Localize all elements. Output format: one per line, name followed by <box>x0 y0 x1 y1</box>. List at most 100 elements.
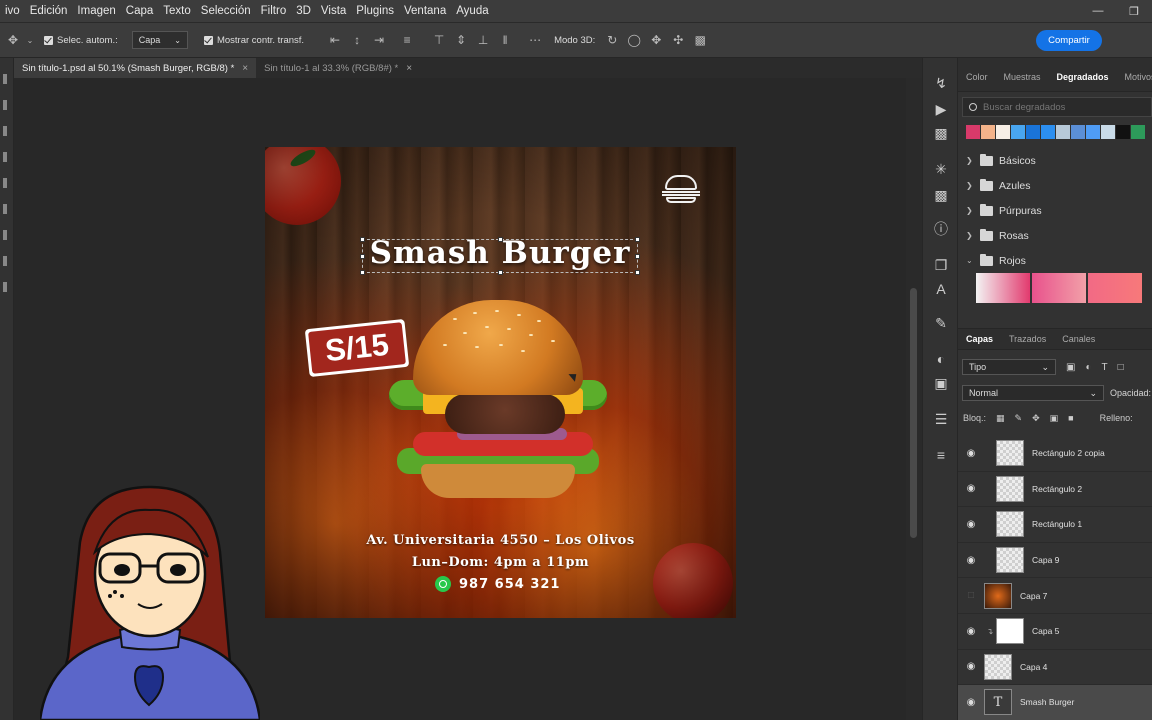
eye-icon[interactable]: ◉ <box>958 448 984 459</box>
blend-mode-dropdown[interactable]: Normal ⌄ <box>962 385 1104 401</box>
gradient-swatch[interactable] <box>1056 125 1070 139</box>
transform-handle[interactable] <box>360 254 365 259</box>
tool-edge[interactable] <box>3 178 7 188</box>
slide-3d-icon[interactable]: ✣ <box>667 33 689 47</box>
menu-file[interactable]: ivo <box>0 0 25 22</box>
menu-select[interactable]: Selección <box>196 0 256 22</box>
layer-filter-dropdown[interactable]: Tipo ⌄ <box>962 359 1056 375</box>
adjustments-icon[interactable]: ◐ <box>932 350 950 368</box>
menu-type[interactable]: Texto <box>158 0 196 22</box>
align-center-icon[interactable]: ↕ <box>346 33 368 47</box>
distribute-vertical-icon[interactable]: ‖ <box>494 33 516 47</box>
menu-image[interactable]: Imagen <box>72 0 120 22</box>
tool-edge[interactable] <box>3 204 7 214</box>
transform-handle[interactable] <box>498 270 503 275</box>
filter-adjustment-icon[interactable]: ◐ <box>1085 362 1091 373</box>
more-options-icon[interactable]: ⋯ <box>524 33 546 47</box>
scrollbar-thumb[interactable] <box>910 288 917 538</box>
canvas-vertical-scrollbar[interactable] <box>906 78 922 720</box>
lock-image-icon[interactable]: ✎ <box>1015 413 1023 424</box>
auto-select-dropdown[interactable]: Capa ⌄ <box>131 31 188 49</box>
menu-plugins[interactable]: Plugins <box>351 0 399 22</box>
eye-icon[interactable]: ◉ <box>958 697 984 708</box>
tab-gradients[interactable]: Degradados <box>1049 72 1117 91</box>
move-tool-icon[interactable]: ✥ <box>2 33 24 47</box>
brush-settings-icon[interactable]: ✳ <box>932 160 950 178</box>
camera-3d-icon[interactable]: ▩ <box>689 33 711 47</box>
folder-rosas[interactable]: ❯ Rosas <box>958 223 1152 248</box>
folder-azules[interactable]: ❯ Azules <box>958 173 1152 198</box>
lock-artboard-icon[interactable]: ▣ <box>1050 413 1059 424</box>
gradient-swatch[interactable] <box>1041 125 1055 139</box>
tool-edge[interactable] <box>3 126 7 136</box>
eye-icon[interactable]: ◉ <box>958 483 984 494</box>
comments-icon[interactable]: ▩ <box>932 124 950 142</box>
layer-row[interactable]: ◉ Rectángulo 2 <box>958 472 1152 508</box>
eye-icon[interactable]: ◉ <box>958 519 984 530</box>
properties-icon[interactable]: ☰ <box>932 410 950 428</box>
restore-icon[interactable]: ❐ <box>1116 0 1152 22</box>
roll-3d-icon[interactable]: ◯ <box>623 33 645 47</box>
layer-row[interactable]: ◉ Rectángulo 2 copia <box>958 436 1152 472</box>
info-icon[interactable]: ⓘ <box>932 220 950 238</box>
tab-document-2[interactable]: Sin título-1 al 33.3% (RGB/8#) * × <box>256 58 420 78</box>
gradient-swatch[interactable] <box>1101 125 1115 139</box>
glyphs-icon[interactable]: ❐ <box>932 256 950 274</box>
align-middle-icon[interactable]: ⇕ <box>450 33 472 47</box>
pan-3d-icon[interactable]: ✥ <box>645 33 667 47</box>
layer-row-selected[interactable]: ◉ T Smash Burger <box>958 685 1152 720</box>
auto-select-checkbox[interactable]: Selec. autom.: <box>44 35 118 46</box>
tool-edge[interactable] <box>3 100 7 110</box>
gradient-swatch[interactable] <box>996 125 1010 139</box>
folder-purpuras[interactable]: ❯ Púrpuras <box>958 198 1152 223</box>
tab-patterns[interactable]: Motivos <box>1117 72 1152 91</box>
play-actions-icon[interactable]: ▶ <box>932 100 950 118</box>
gradient-swatch[interactable] <box>1086 125 1100 139</box>
transform-handle[interactable] <box>635 237 640 242</box>
transform-handle[interactable] <box>498 237 503 242</box>
eye-icon[interactable]: ◉ <box>958 626 984 637</box>
gradient-preset[interactable] <box>976 273 1030 303</box>
eye-icon[interactable]: ◉ <box>958 661 984 672</box>
transform-handle[interactable] <box>635 270 640 275</box>
transform-bounding-box[interactable] <box>360 237 640 275</box>
lock-position-icon[interactable]: ✥ <box>1032 413 1040 424</box>
gradient-swatch[interactable] <box>1071 125 1085 139</box>
tool-edge[interactable] <box>3 256 7 266</box>
show-transform-checkbox[interactable]: Mostrar contr. transf. <box>203 35 304 46</box>
lock-transparent-icon[interactable]: ▦ <box>996 413 1005 424</box>
gradient-swatch[interactable] <box>1116 125 1130 139</box>
layer-row[interactable]: □ Capa 7 <box>958 578 1152 614</box>
menu-layer[interactable]: Capa <box>121 0 159 22</box>
tool-edge[interactable] <box>3 282 7 292</box>
character-icon[interactable]: A <box>932 280 950 298</box>
menu-view[interactable]: Vista <box>316 0 351 22</box>
filter-type-icon[interactable]: T <box>1102 362 1108 373</box>
transform-handle[interactable] <box>360 237 365 242</box>
eye-hidden-icon[interactable]: □ <box>958 590 984 601</box>
menu-3d[interactable]: 3D <box>291 0 316 22</box>
brush-icon[interactable]: ✎ <box>932 314 950 332</box>
eye-icon[interactable]: ◉ <box>958 555 984 566</box>
align-top-icon[interactable]: ⊤ <box>428 33 450 47</box>
tab-swatches[interactable]: Muestras <box>996 72 1049 91</box>
layer-row[interactable]: ◉ Capa 9 <box>958 543 1152 579</box>
tool-edge[interactable] <box>3 74 7 84</box>
gradient-swatch[interactable] <box>1131 125 1145 139</box>
layer-row[interactable]: ◉ Capa 4 <box>958 650 1152 686</box>
gradient-search[interactable] <box>962 97 1152 117</box>
lock-all-icon[interactable]: ■ <box>1068 413 1073 423</box>
gradient-swatch[interactable] <box>981 125 995 139</box>
libraries-icon[interactable]: ▣ <box>932 374 950 392</box>
tab-channels[interactable]: Canales <box>1054 334 1103 344</box>
brushes-icon[interactable]: ▩ <box>932 186 950 204</box>
menu-help[interactable]: Ayuda <box>451 0 493 22</box>
filter-pixel-icon[interactable]: ▣ <box>1066 362 1075 373</box>
gradient-search-input[interactable] <box>983 101 1143 113</box>
sliders-icon[interactable]: ≡ <box>932 446 950 464</box>
tab-document-1[interactable]: Sin título-1.psd al 50.1% (Smash Burger,… <box>14 58 257 78</box>
minimize-icon[interactable]: — <box>1080 0 1116 22</box>
tool-edge[interactable] <box>3 230 7 240</box>
menu-window[interactable]: Ventana <box>399 0 451 22</box>
gradient-swatch[interactable] <box>1026 125 1040 139</box>
